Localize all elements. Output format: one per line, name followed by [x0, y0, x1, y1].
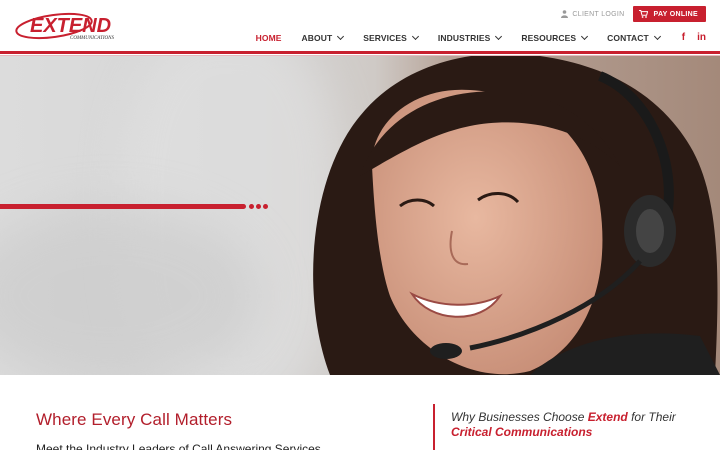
utility-bar: CLIENT LOGIN PAY ONLINE	[561, 6, 706, 22]
hero-accent-dot	[263, 204, 268, 209]
nav-item-label: INDUSTRIES	[437, 33, 491, 43]
nav-item-services[interactable]: SERVICES	[363, 32, 419, 43]
hero-banner	[0, 56, 720, 375]
nav-item-home[interactable]: HOME	[256, 33, 282, 43]
nav-item-label: ABOUT	[301, 33, 333, 43]
section-divider	[433, 404, 435, 450]
chevron-down-icon	[653, 32, 661, 41]
why-choose-heading: Why Businesses Choose Extend for Their C…	[451, 410, 701, 440]
extend-communications-logo[interactable]: EXTEND COMMUNICATIONS	[14, 12, 152, 42]
why-middle: for Their	[627, 410, 676, 424]
nav-item-label: CONTACT	[607, 33, 649, 43]
why-brand: Extend	[587, 410, 628, 424]
logo-graphic: EXTEND COMMUNICATIONS	[15, 12, 114, 41]
shopping-cart-icon	[638, 10, 648, 18]
facebook-icon[interactable]: f	[682, 33, 685, 43]
why-prefix: Why Businesses Choose	[451, 410, 588, 424]
why-emphasis: Critical Communications	[451, 425, 593, 439]
user-icon	[561, 10, 569, 18]
hero-accent-dot	[249, 204, 254, 209]
pay-online-label: PAY ONLINE	[653, 10, 698, 18]
nav-item-about[interactable]: ABOUT	[301, 32, 345, 43]
chevron-down-icon	[581, 32, 589, 41]
woman-with-headset-photo	[313, 56, 720, 375]
nav-item-label: HOME	[255, 33, 282, 43]
client-login-label: CLIENT LOGIN	[572, 10, 625, 18]
hero-accent-line	[0, 204, 246, 209]
main-nav: HOME ABOUT SERVICES INDUSTRIES RESOURCES…	[256, 32, 706, 44]
nav-item-resources[interactable]: RESOURCES	[521, 32, 589, 43]
logo-main-text: EXTEND	[30, 15, 111, 37]
intro-section: Where Every Call Matters Meet the Indust…	[0, 375, 720, 450]
site-header: EXTEND COMMUNICATIONS CLIENT LOGIN PAY O…	[0, 0, 720, 56]
nav-item-label: RESOURCES	[521, 33, 577, 43]
pay-online-button[interactable]: PAY ONLINE	[632, 6, 706, 22]
nav-item-label: SERVICES	[363, 33, 407, 43]
social-links: f in	[682, 33, 706, 43]
chevron-down-icon	[495, 32, 503, 41]
hero-accent-dot	[256, 204, 261, 209]
chevron-down-icon	[411, 32, 419, 41]
header-divider	[0, 51, 720, 54]
chevron-down-icon	[337, 32, 345, 41]
page-subtitle: Meet the Industry Leaders of Call Answer…	[36, 442, 321, 450]
logo-sub-text: COMMUNICATIONS	[70, 36, 114, 41]
client-login-link[interactable]: CLIENT LOGIN	[561, 10, 624, 18]
nav-item-industries[interactable]: INDUSTRIES	[437, 32, 503, 43]
page-title: Where Every Call Matters	[36, 410, 233, 429]
linkedin-icon[interactable]: in	[697, 33, 706, 43]
nav-item-contact[interactable]: CONTACT	[607, 32, 661, 43]
